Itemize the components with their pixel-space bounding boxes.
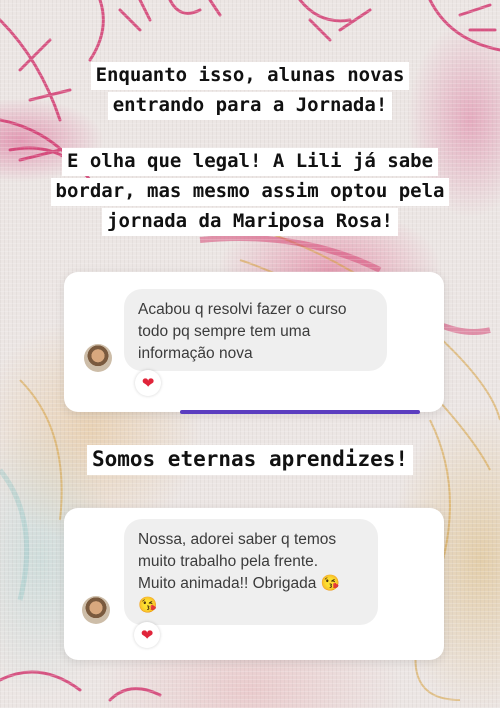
message-text-line: muito trabalho pela frente.	[138, 553, 319, 570]
story-caption-line: jornada da Mariposa Rosa!	[102, 208, 398, 236]
intro-caption-line: entrando para a Jornada!	[107, 92, 393, 120]
middle-caption: Somos eternas aprendizes!	[0, 445, 500, 477]
intro-caption-line: Enquanto isso, alunas novas	[90, 62, 410, 90]
story-caption-line: E olha que legal! A Lili já sabe	[61, 148, 439, 176]
message-card-1: Acabou q resolvi fazer o curso todo pq s…	[64, 272, 444, 412]
heart-reaction-icon[interactable]: ❤	[135, 370, 161, 396]
message-text-line: informação nova	[138, 345, 253, 362]
message-text-line: Muito animada!! Obrigada 😘	[138, 575, 340, 592]
message-text-line: todo pq sempre tem uma	[138, 323, 311, 340]
message-card-2: Nossa, adorei saber q temos muito trabal…	[64, 508, 444, 660]
story-caption: E olha que legal! A Lili já sabe bordar,…	[0, 148, 500, 238]
intro-caption: Enquanto isso, alunas novas entrando par…	[0, 62, 500, 122]
message-bubble: Acabou q resolvi fazer o curso todo pq s…	[124, 289, 387, 371]
message-bubble: Nossa, adorei saber q temos muito trabal…	[124, 519, 378, 625]
avatar[interactable]	[84, 344, 112, 372]
message-text-line: 😘	[138, 597, 158, 614]
accent-bar	[180, 410, 420, 414]
avatar[interactable]	[82, 596, 110, 624]
message-text-line: Acabou q resolvi fazer o curso	[138, 301, 347, 318]
message-text-line: Nossa, adorei saber q temos	[138, 531, 337, 548]
story-caption-line: bordar, mas mesmo assim optou pela	[50, 178, 450, 206]
middle-caption-line: Somos eternas aprendizes!	[86, 445, 414, 475]
heart-reaction-icon[interactable]: ❤	[134, 622, 160, 648]
